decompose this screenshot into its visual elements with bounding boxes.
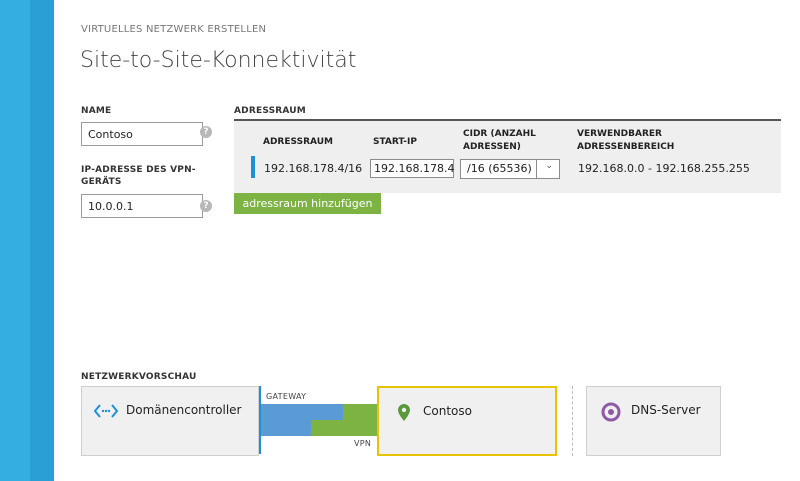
preview-separator bbox=[572, 386, 573, 456]
column-header-start-ip: START-IP bbox=[373, 137, 417, 147]
column-header-usable-range: VERWENDBARER ADRESSENBEREICH bbox=[577, 128, 674, 154]
column-header-cidr: CIDR (ANZAHL ADRESSEN) bbox=[463, 128, 536, 154]
vpn-label: VPN bbox=[354, 439, 372, 448]
vpn-block bbox=[311, 420, 378, 436]
cidr-dropdown-divider bbox=[536, 160, 537, 178]
map-pin-icon bbox=[398, 404, 410, 421]
help-icon[interactable]: ? bbox=[200, 126, 212, 138]
name-label: NAME bbox=[81, 106, 112, 116]
domain-controller-label: Domänencontroller bbox=[126, 403, 242, 417]
vpn-block-upper bbox=[343, 404, 378, 420]
add-address-space-button[interactable]: adressraum hinzufügen bbox=[234, 193, 381, 214]
domain-controller-node[interactable]: Domänencontroller bbox=[81, 386, 259, 456]
start-ip-field[interactable]: 192.168.178.4 bbox=[370, 159, 454, 178]
vpn-address-label: IP-ADRESSE DES VPN- GERÄTS bbox=[81, 164, 196, 188]
left-nav-strip bbox=[30, 0, 54, 481]
cidr-dropdown-value: /16 (65536) bbox=[467, 162, 532, 175]
column-header-adressraum: ADRESSRAUM bbox=[263, 137, 333, 147]
dns-server-node[interactable]: DNS-Server bbox=[586, 386, 721, 456]
chevron-down-icon[interactable]: ⌄ bbox=[545, 161, 553, 171]
left-accent-rail bbox=[0, 0, 30, 481]
local-site-label: Contoso bbox=[423, 404, 472, 418]
gateway-block bbox=[261, 404, 311, 436]
wizard-eyebrow: VIRTUELLES NETZWERK ERSTELLEN bbox=[81, 24, 267, 35]
page-title: Site-to-Site-Konnektivität bbox=[80, 48, 357, 73]
network-preview-label: NETZWERKVORSCHAU bbox=[81, 372, 197, 382]
vpn-address-label-line2: GERÄTS bbox=[81, 177, 122, 187]
code-brackets-icon bbox=[94, 404, 118, 418]
target-circle-icon bbox=[601, 402, 621, 422]
column-header-usable-line1: VERWENDBARER bbox=[577, 129, 662, 139]
address-space-label: ADRESSRAUM bbox=[234, 106, 306, 116]
address-space-cell: 192.168.178.4/16 bbox=[264, 162, 363, 175]
help-icon[interactable]: ? bbox=[200, 200, 212, 212]
vpn-address-field[interactable] bbox=[81, 194, 203, 218]
dns-server-label: DNS-Server bbox=[631, 403, 701, 417]
column-header-usable-line2: ADRESSENBEREICH bbox=[577, 142, 675, 152]
cidr-dropdown[interactable]: /16 (65536) ⌄ bbox=[460, 159, 560, 179]
usable-range-cell: 192.168.0.0 - 192.168.255.255 bbox=[578, 162, 750, 175]
vpn-address-label-line1: IP-ADRESSE DES VPN- bbox=[81, 165, 196, 175]
gateway-label: GATEWAY bbox=[266, 392, 307, 401]
column-header-cidr-line1: CIDR (ANZAHL bbox=[463, 129, 536, 139]
local-site-node[interactable]: Contoso bbox=[377, 386, 557, 456]
row-selection-indicator bbox=[251, 156, 255, 178]
name-field[interactable] bbox=[81, 122, 203, 146]
column-header-cidr-line2: ADRESSEN) bbox=[463, 142, 521, 152]
